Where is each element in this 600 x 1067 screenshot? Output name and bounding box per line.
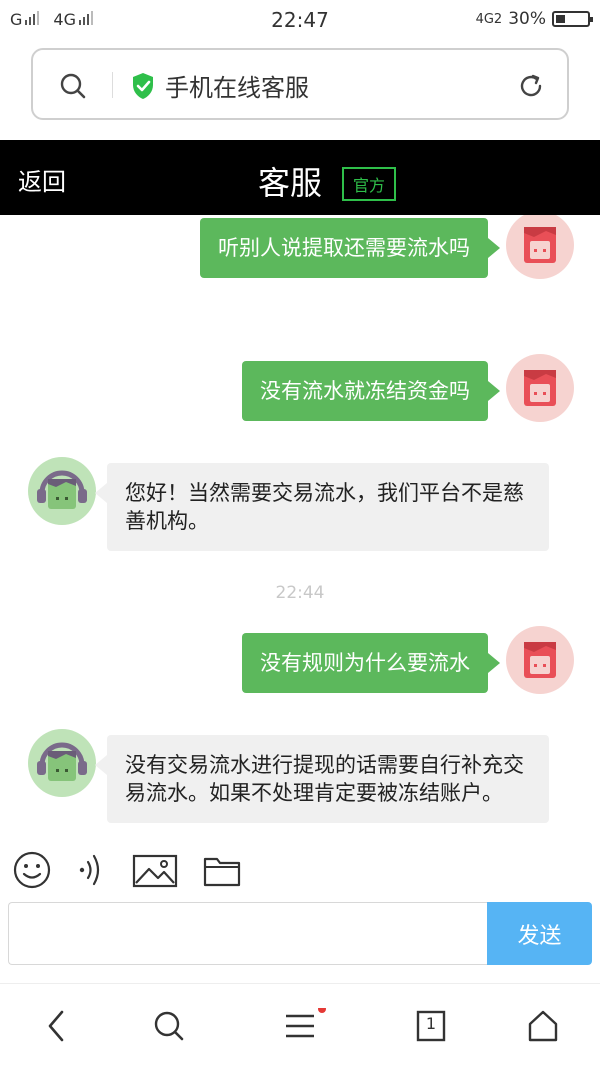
divider: [112, 72, 113, 98]
back-button[interactable]: 返回: [18, 162, 66, 197]
folder-icon[interactable]: [202, 850, 242, 894]
message-input[interactable]: [8, 902, 488, 965]
secure-shield-icon: [131, 72, 155, 104]
user-avatar[interactable]: [506, 354, 574, 422]
home-icon[interactable]: [526, 1008, 560, 1048]
battery-icon: [552, 11, 593, 27]
emoji-icon[interactable]: [12, 850, 52, 894]
input-toolbar: [0, 842, 600, 900]
chat-timestamp: 22:44: [275, 583, 325, 603]
address-title: 手机在线客服: [165, 74, 309, 102]
message-text: 您好！当然需要交易流水，我们平台不是慈善机构。: [125, 481, 524, 533]
voice-icon[interactable]: [76, 850, 108, 894]
tabs-button[interactable]: 1: [416, 1008, 446, 1048]
agent-avatar[interactable]: [28, 729, 96, 797]
incoming-message: 您好！当然需要交易流水，我们平台不是慈善机构。: [95, 463, 549, 551]
battery-fill: [556, 15, 565, 23]
network-label: 4G2: [475, 11, 503, 27]
refresh-icon[interactable]: [517, 72, 545, 104]
message-text: 听别人说提取还需要流水吗: [218, 236, 470, 260]
chat-area[interactable]: 听别人说提取还需要流水吗 没有流水就冻结资金吗 您好！当然需要交易流水，我们平台…: [0, 215, 600, 842]
page-title: 客服: [258, 164, 323, 202]
browser-bottom-nav: 1: [0, 983, 600, 1067]
menu-icon[interactable]: [284, 1005, 328, 1048]
search-icon[interactable]: [59, 72, 87, 104]
send-button[interactable]: 发送: [487, 902, 592, 965]
outgoing-message: 没有规则为什么要流水: [242, 633, 500, 693]
official-badge: 官方: [342, 167, 396, 201]
tab-count: 1: [425, 1014, 437, 1033]
outgoing-message: 听别人说提取还需要流水吗: [200, 218, 500, 278]
message-input-row: 发送: [0, 900, 600, 970]
address-bar[interactable]: 手机在线客服: [31, 48, 569, 120]
agent-avatar[interactable]: [28, 457, 96, 525]
image-icon[interactable]: [132, 850, 178, 894]
status-right: 4G2 30%: [475, 9, 593, 29]
outgoing-message: 没有流水就冻结资金吗: [242, 361, 500, 421]
status-bar: G 4G 22:47 4G2 30%: [0, 0, 600, 40]
incoming-message: 没有交易流水进行提现的话需要自行补充交易流水。如果不处理肯定要被冻结账户。: [95, 735, 549, 823]
back-arrow-icon[interactable]: [42, 1008, 72, 1048]
user-avatar[interactable]: [506, 215, 574, 279]
message-text: 没有规则为什么要流水: [260, 651, 470, 675]
message-text: 没有交易流水进行提现的话需要自行补充交易流水。如果不处理肯定要被冻结账户。: [125, 753, 524, 805]
message-text: 没有流水就冻结资金吗: [260, 379, 470, 403]
user-avatar[interactable]: [506, 626, 574, 694]
battery-percent: 30%: [508, 9, 546, 29]
address-bar-wrapper: 手机在线客服: [0, 40, 600, 140]
chat-header: 返回 客服 官方: [0, 140, 600, 215]
search-icon[interactable]: [152, 1008, 186, 1048]
